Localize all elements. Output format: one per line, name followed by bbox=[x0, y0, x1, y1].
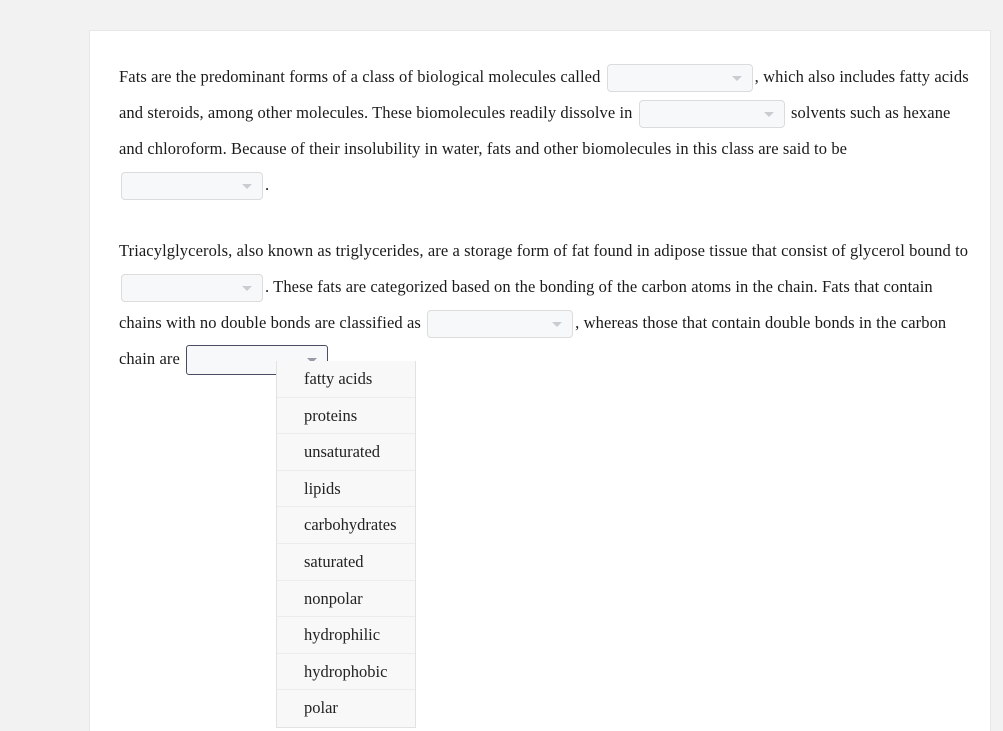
dropdown-option[interactable]: proteins bbox=[277, 397, 415, 435]
chevron-down-icon bbox=[242, 286, 252, 292]
dropdown-blank-5[interactable] bbox=[427, 310, 574, 339]
chevron-down-icon bbox=[731, 76, 742, 82]
chevron-down-icon bbox=[763, 112, 774, 118]
dropdown-blank-2[interactable] bbox=[638, 100, 785, 129]
dropdown-option[interactable]: carbohydrates bbox=[277, 507, 415, 544]
chevron-down-icon bbox=[242, 184, 252, 190]
dropdown-blank-4[interactable] bbox=[121, 274, 263, 303]
dropdown-option[interactable]: hydrophobic bbox=[277, 653, 415, 691]
question-paragraph-2: Triacylglycerols, also known as triglyce… bbox=[119, 233, 972, 377]
question-content: Fats are the predominant forms of a clas… bbox=[119, 59, 972, 377]
chevron-down-icon bbox=[552, 322, 563, 328]
dropdown-blank-3[interactable] bbox=[121, 172, 263, 201]
dropdown-option[interactable]: lipids bbox=[277, 470, 415, 508]
dropdown-option[interactable]: fatty acids bbox=[277, 361, 415, 398]
question-paragraph-1: Fats are the predominant forms of a clas… bbox=[119, 59, 972, 203]
dropdown-option[interactable]: saturated bbox=[277, 543, 415, 581]
dropdown-option[interactable]: unsaturated bbox=[277, 434, 415, 471]
dropdown-blank-1[interactable] bbox=[606, 64, 753, 93]
paragraph-1-text-segment-4: . bbox=[265, 175, 270, 194]
dropdown-option-list[interactable]: fatty acids proteins unsaturated lipids carb… bbox=[276, 361, 416, 728]
dropdown-option[interactable]: polar bbox=[277, 690, 415, 727]
dropdown-option[interactable]: hydrophilic bbox=[277, 617, 415, 654]
paragraph-1-text-segment-1: Fats are the predominant forms of a clas… bbox=[119, 67, 601, 86]
dropdown-option[interactable]: nonpolar bbox=[277, 580, 415, 618]
question-card: Fats are the predominant forms of a clas… bbox=[90, 31, 990, 731]
paragraph-2-text-segment-1: Triacylglycerols, also known as triglyce… bbox=[119, 241, 969, 260]
